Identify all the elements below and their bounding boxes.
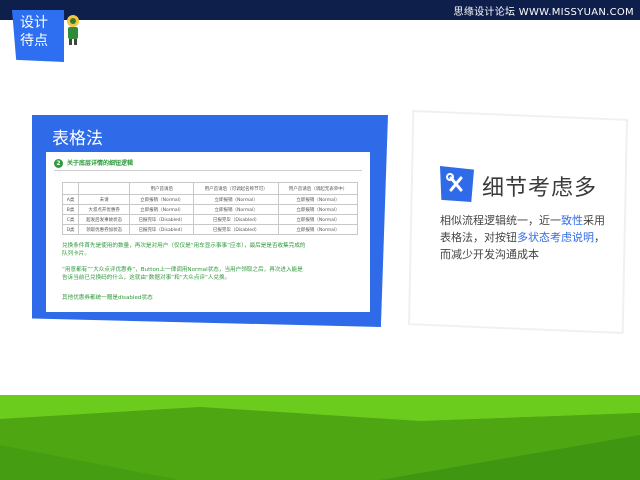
- table-cell: 立即报销（Normal）: [277, 224, 359, 235]
- mascot-icon: [67, 15, 79, 45]
- section-tag-label: 设计 待点: [20, 15, 48, 49]
- table-cell: B类: [61, 204, 80, 215]
- watermark: 思缘设计论坛 WWW.MISSYUAN.COM: [453, 7, 634, 18]
- table-cell: 立即报销（Normal）: [193, 194, 279, 205]
- doc-divider: [54, 170, 362, 171]
- card-body-highlight: 致性: [561, 214, 583, 227]
- table-cell: D类: [61, 224, 80, 235]
- table-cell: 超发后发事故状态: [78, 214, 131, 225]
- table-header: 用户首请后: [129, 182, 195, 195]
- doc-note-1: 兑换条件首先是使用的数量，再次是对用户（仅仅是“用车显示事事”应本），最后是是否…: [62, 243, 306, 257]
- state-table: 用户首请后 用户首请后（可调起名称节可） 用户首请后（调起无表单中） A类 未请…: [61, 182, 359, 235]
- table-cell: A类: [61, 194, 80, 205]
- table-cell: 已报完毕（Disabled）: [129, 224, 195, 235]
- card-body: 相似流程逻辑统一，近一致性采用表格法，对按钮多状态考虑说明，而减少开发沟通成本: [440, 212, 610, 263]
- table-cell: 立即报销（Normal）: [277, 204, 359, 215]
- table-cell: 立即报销（Normal）: [193, 204, 279, 215]
- top-bar: 思缘设计论坛 WWW.MISSYUAN.COM: [0, 0, 640, 20]
- card-title: 细节考虑多: [482, 176, 598, 201]
- card-badge: [440, 166, 474, 202]
- doc-note-2: “用意都有”“大众点评优惠券”，Button上一律调用Normal状态，当用户领…: [62, 267, 303, 281]
- table-cell: 立即报销（Normal）: [277, 214, 359, 225]
- table-header: [61, 182, 80, 195]
- table-row: D类 领取优惠券加状态 已报完毕（Disabled） 已报完毕（Disabled…: [61, 224, 359, 235]
- table-cell: 领取优惠券加状态: [78, 224, 131, 235]
- doc-heading: 2 关于底层详情的细钮逻辑: [54, 158, 133, 168]
- spec-document: 2 关于底层详情的细钮逻辑 用户首请后 用户首请后（可调起名称节可） 用户首请后（…: [46, 152, 370, 312]
- table-row: C类 超发后发事故状态 已报完毕（Disabled） 已报完毕（Disabled…: [61, 214, 359, 225]
- green-ground: [0, 395, 640, 480]
- table-row: B类 大叔点开优惠券 立即报销（Normal） 立即报销（Normal） 立即报…: [61, 204, 359, 215]
- table-row: A类 未请 立即报销（Normal） 立即报销（Normal） 立即报销（Nor…: [61, 194, 359, 205]
- doc-heading-number: 2: [54, 159, 63, 168]
- card-body-highlight: 多状态考虑说明: [517, 231, 594, 244]
- table-header-row: 用户首请后 用户首请后（可调起名称节可） 用户首请后（调起无表单中）: [61, 182, 359, 195]
- panel-title: 表格法: [52, 129, 103, 149]
- table-cell: 未请: [78, 194, 131, 205]
- table-cell: 立即报销（Normal）: [277, 194, 359, 205]
- table-cell: 已报完毕（Disabled）: [129, 214, 195, 225]
- table-cell: 已报完毕（Disabled）: [193, 214, 279, 225]
- tools-icon: [446, 173, 463, 192]
- table-header: 用户首请后（可调起名称节可）: [193, 182, 279, 195]
- table-cell: 大叔点开优惠券: [78, 204, 131, 215]
- table-header: [78, 182, 131, 195]
- card-body-text: 相似流程逻辑统一，近一: [440, 214, 561, 227]
- table-header: 用户首请后（调起无表单中）: [277, 182, 359, 195]
- doc-note-3: 其他优惠券都统一赠是disabled状态: [62, 295, 153, 301]
- table-cell: 立即报销（Normal）: [129, 194, 195, 205]
- doc-heading-text: 关于底层详情的细钮逻辑: [67, 160, 134, 167]
- table-cell: 已报完毕（Disabled）: [193, 224, 279, 235]
- table-cell: C类: [61, 214, 80, 225]
- table-cell: 立即报销（Normal）: [129, 204, 195, 215]
